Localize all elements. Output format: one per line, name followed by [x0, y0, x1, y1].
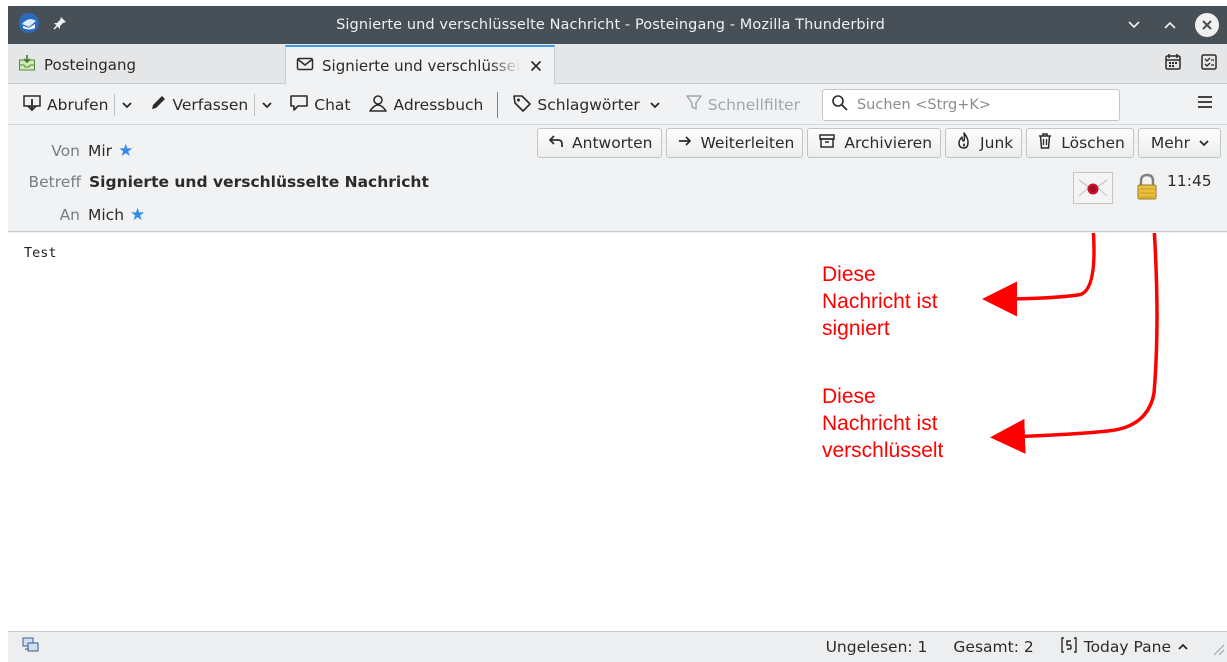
write-dropdown[interactable]: [257, 90, 277, 120]
encrypted-arrow: [990, 233, 1159, 454]
archive-button[interactable]: Archivieren: [807, 128, 942, 158]
today-pane-label: Today Pane: [1083, 638, 1171, 656]
unread-count: Ungelesen: 1: [825, 638, 928, 656]
star-icon[interactable]: ★: [118, 142, 133, 160]
annotation-arrows: [982, 233, 1159, 454]
minimize-button[interactable]: [1123, 14, 1145, 36]
write-button[interactable]: Verfassen: [145, 90, 252, 120]
message-actions: Antworten Weiterleiten Archivieren Junk: [537, 128, 1221, 158]
from-label: Von: [51, 142, 80, 160]
encrypted-lock-icon[interactable]: [1135, 173, 1159, 205]
signed-arrow: [982, 233, 1096, 317]
junk-label: Junk: [980, 134, 1014, 152]
network-status-icon[interactable]: [22, 637, 40, 657]
close-window-button[interactable]: [1195, 13, 1219, 37]
pin-icon[interactable]: [52, 15, 68, 35]
message-header: Von Mir ★ Betreff Signierte und verschlü…: [8, 126, 1227, 232]
chevron-down-icon: [261, 96, 273, 114]
from-value[interactable]: Mir: [88, 142, 112, 160]
tag-icon: [512, 94, 532, 116]
tab-message-label: Signierte und verschlüsselte Nachricht: [322, 56, 520, 75]
get-messages-dropdown[interactable]: [117, 90, 137, 120]
envelope-icon: [296, 56, 314, 76]
window-titlebar[interactable]: Signierte und verschlüsselte Nachricht -…: [8, 6, 1227, 44]
thunderbird-icon: [18, 12, 40, 38]
window-title: Signierte und verschlüsselte Nachricht -…: [336, 17, 885, 33]
close-tab-icon[interactable]: [528, 58, 544, 74]
quick-filter-button[interactable]: Schnellfilter: [681, 90, 804, 120]
search-placeholder: Suchen <Strg+K>: [856, 96, 992, 113]
forward-button[interactable]: Weiterleiten: [665, 128, 804, 158]
filter-icon: [685, 94, 703, 116]
status-bar: Ungelesen: 1 Gesamt: 2 Today Pane: [8, 631, 1227, 662]
hamburger-menu-icon: [1195, 96, 1215, 116]
toolbar-separator: [114, 93, 116, 116]
get-messages-label: Abrufen: [47, 95, 109, 114]
chevron-down-icon: [1198, 134, 1210, 152]
contacts-icon: [368, 93, 388, 117]
pencil-icon: [149, 94, 167, 116]
archive-box-icon: [818, 133, 836, 153]
to-label: An: [59, 206, 80, 224]
delete-label: Löschen: [1061, 134, 1125, 152]
from-row: Von Mir ★: [8, 142, 133, 160]
to-value[interactable]: Mich: [88, 206, 124, 224]
calendar-icon[interactable]: [1163, 52, 1183, 76]
message-time: 11:45: [1167, 172, 1212, 190]
main-window: Posteingang Signierte und verschlüsselte…: [8, 44, 1227, 662]
junk-button[interactable]: Junk: [945, 128, 1023, 158]
reply-icon: [548, 133, 564, 153]
more-label: Mehr: [1150, 134, 1190, 152]
tags-label: Schlagwörter: [537, 95, 640, 114]
tab-message[interactable]: Signierte und verschlüsselte Nachricht: [285, 45, 555, 84]
toolbar-separator: [497, 91, 499, 118]
trash-icon: [1037, 132, 1053, 154]
tags-button[interactable]: Schlagwörter: [508, 90, 664, 120]
calendar-day-icon: [1060, 636, 1078, 658]
inbox-icon: [18, 54, 36, 76]
get-messages-button[interactable]: Abrufen: [18, 90, 112, 120]
subject-label: Betreff: [28, 173, 82, 191]
tab-bar: Posteingang Signierte und verschlüsselte…: [8, 44, 1227, 84]
more-button[interactable]: Mehr: [1137, 128, 1221, 158]
tab-inbox-label: Posteingang: [44, 56, 137, 74]
chat-bubble-icon: [289, 94, 309, 116]
star-icon[interactable]: ★: [130, 206, 145, 224]
write-label: Verfassen: [172, 95, 249, 114]
tab-inbox[interactable]: Posteingang: [8, 46, 284, 84]
toolbar-separator: [254, 93, 256, 116]
forward-arrow-icon: [677, 134, 693, 152]
total-count: Gesamt: 2: [953, 638, 1034, 656]
signed-message-icon[interactable]: [1073, 172, 1113, 204]
app-menu-button[interactable]: [1195, 92, 1215, 116]
main-toolbar: Abrufen Verfassen Chat Adressbuch Schlag…: [8, 85, 1227, 125]
search-icon: [831, 94, 849, 116]
to-row: An Mich ★: [8, 206, 146, 224]
chevron-down-icon: [649, 96, 661, 114]
chat-label: Chat: [314, 95, 351, 114]
chevron-down-icon: [121, 96, 133, 114]
maximize-button[interactable]: [1159, 14, 1181, 36]
flame-icon: [956, 132, 972, 154]
search-input[interactable]: Suchen <Strg+K>: [821, 88, 1120, 121]
subject-value: Signierte und verschlüsselte Nachricht: [89, 173, 429, 191]
chevron-up-icon: [1177, 638, 1189, 656]
tasks-icon[interactable]: [1199, 52, 1219, 76]
reply-label: Antworten: [572, 134, 653, 152]
download-icon: [22, 94, 42, 116]
resize-grip-icon[interactable]: [1209, 640, 1225, 660]
chat-button[interactable]: Chat: [285, 90, 354, 120]
quick-filter-label: Schnellfilter: [707, 95, 800, 114]
subject-row: Betreff Signierte und verschlüsselte Nac…: [8, 173, 429, 191]
forward-label: Weiterleiten: [700, 134, 795, 152]
delete-button[interactable]: Löschen: [1026, 128, 1134, 158]
reply-button[interactable]: Antworten: [537, 128, 662, 158]
today-pane-toggle[interactable]: Today Pane: [1060, 636, 1189, 658]
message-body[interactable]: Test Diese Nachricht ist signiert Diese …: [8, 233, 1227, 631]
address-book-button[interactable]: Adressbuch: [364, 90, 487, 120]
archive-label: Archivieren: [844, 134, 933, 152]
address-book-label: Adressbuch: [393, 95, 484, 114]
